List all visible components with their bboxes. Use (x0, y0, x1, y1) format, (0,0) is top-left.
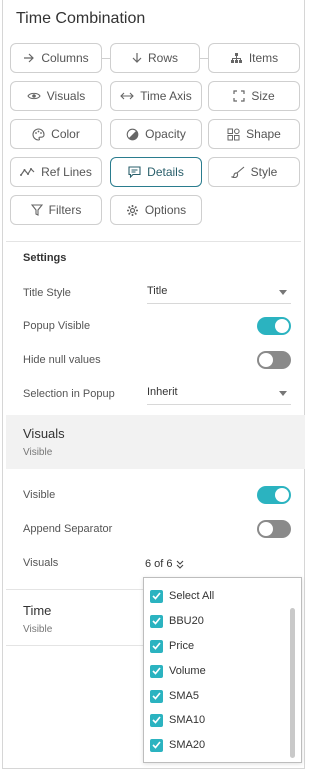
append-separator-toggle[interactable] (257, 520, 291, 538)
visuals-dropdown-item[interactable]: BBU20 (150, 613, 204, 629)
visuals-dropdown-item[interactable]: Volume (150, 663, 206, 679)
ref-lines-label: Ref Lines (41, 165, 92, 179)
dropdown-item-label: Select All (169, 590, 215, 602)
hide-null-toggle[interactable] (257, 351, 291, 369)
properties-panel: Time Combination Columns Rows Items Visu… (2, 0, 305, 769)
visible-label: Visible (23, 489, 56, 501)
ref-lines-button[interactable]: Ref Lines (10, 157, 102, 187)
settings-heading: Settings (23, 252, 67, 264)
line-chart-icon (20, 168, 35, 176)
comment-icon (128, 166, 141, 178)
details-button[interactable]: Details (110, 157, 202, 187)
dropdown-item-label: BBU20 (169, 615, 204, 627)
popup-visible-toggle[interactable] (257, 317, 291, 335)
dropdown-item-label: Price (169, 640, 195, 652)
dropdown-item-label: Volume (169, 665, 206, 677)
selection-popup-select[interactable]: Inherit (147, 383, 291, 405)
checkbox-checked-icon[interactable] (150, 589, 163, 603)
size-button[interactable]: Size (208, 81, 300, 111)
visible-toggle[interactable] (257, 486, 291, 504)
popup-visible-label: Popup Visible (23, 320, 91, 332)
visuals-dropdown-item[interactable]: SMA5 (150, 688, 199, 704)
visuals-section-header[interactable] (6, 415, 305, 469)
visuals-dropdown: Select All BBU20 Price Volume SMA5 SMA10… (143, 577, 302, 763)
opacity-label: Opacity (145, 127, 186, 141)
hierarchy-icon (230, 53, 242, 63)
filters-button[interactable]: Filters (10, 195, 102, 225)
options-button[interactable]: Options (110, 195, 202, 225)
opacity-icon (126, 128, 139, 140)
visuals-count-selector[interactable]: 6 of 6 (145, 558, 184, 570)
visuals-label: Visuals (23, 557, 59, 569)
funnel-icon (30, 204, 43, 216)
visuals-count: 6 of 6 (145, 558, 173, 570)
color-button[interactable]: Color (10, 119, 102, 149)
brush-icon (230, 166, 245, 178)
arrow-down-icon (132, 53, 142, 63)
visuals-dropdown-item[interactable]: SMA10 (150, 712, 205, 728)
toggle-knob (275, 319, 289, 333)
checkbox-checked-icon[interactable] (150, 689, 163, 703)
checkbox-checked-icon[interactable] (150, 664, 163, 678)
gear-icon (126, 204, 138, 216)
items-button[interactable]: Items (208, 43, 300, 73)
columns-button[interactable]: Columns (10, 43, 102, 73)
toggle-knob (275, 488, 289, 502)
options-label: Options (144, 203, 187, 217)
color-label: Color (51, 127, 80, 141)
checkbox-checked-icon[interactable] (150, 614, 163, 628)
palette-icon (32, 127, 45, 141)
visuals-dropdown-item[interactable]: Price (150, 638, 194, 654)
panel-title: Time Combination (16, 10, 146, 27)
style-button[interactable]: Style (208, 157, 300, 187)
time-axis-label: Time Axis (140, 89, 192, 103)
visuals-section-subtitle: Visible (23, 447, 53, 458)
double-chevron-down-icon (176, 560, 183, 569)
dropdown-scrollbar[interactable] (290, 608, 295, 758)
shape-label: Shape (246, 127, 281, 141)
dropdown-item-label: SMA10 (169, 714, 206, 726)
opacity-button[interactable]: Opacity (110, 119, 202, 149)
toggle-knob (259, 353, 273, 367)
columns-label: Columns (41, 51, 89, 65)
toggle-knob (259, 522, 273, 536)
time-section-subtitle: Visible (23, 624, 53, 635)
title-style-label: Title Style (23, 287, 71, 299)
size-label: Size (251, 89, 275, 103)
time-axis-button[interactable]: Time Axis (110, 81, 202, 111)
details-label: Details (147, 165, 184, 179)
hide-null-label: Hide null values (23, 354, 101, 366)
style-label: Style (250, 165, 278, 179)
rows-label: Rows (147, 51, 178, 65)
selection-popup-label: Selection in Popup (23, 388, 115, 400)
chevron-down-icon (279, 290, 287, 295)
visuals-dropdown-item[interactable]: Select All (150, 588, 214, 604)
divider (6, 241, 301, 242)
dropdown-item-label: SMA5 (169, 690, 199, 702)
filters-label: Filters (48, 203, 82, 217)
checkbox-checked-icon[interactable] (150, 639, 163, 653)
append-separator-label: Append Separator (23, 523, 113, 535)
visuals-section-title: Visuals (23, 426, 65, 441)
visuals-dropdown-item[interactable]: SMA20 (150, 737, 205, 753)
shapes-icon (227, 128, 240, 140)
visuals-label: Visuals (46, 89, 86, 103)
chevron-down-icon (279, 391, 287, 396)
rows-button[interactable]: Rows (110, 43, 200, 73)
selection-popup-value: Inherit (147, 386, 178, 398)
checkbox-checked-icon[interactable] (150, 713, 163, 727)
time-section-title: Time (23, 603, 52, 618)
checkbox-checked-icon[interactable] (150, 738, 163, 752)
arrow-right-icon (24, 53, 35, 63)
items-label: Items (248, 51, 279, 65)
title-style-value: Title (147, 285, 168, 297)
title-style-select[interactable]: Title (147, 282, 291, 304)
eye-icon (27, 92, 41, 100)
double-arrow-icon (120, 92, 134, 100)
shape-button[interactable]: Shape (208, 119, 300, 149)
visuals-button[interactable]: Visuals (10, 81, 102, 111)
dropdown-item-label: SMA20 (169, 739, 206, 751)
resize-corners-icon (233, 90, 245, 102)
